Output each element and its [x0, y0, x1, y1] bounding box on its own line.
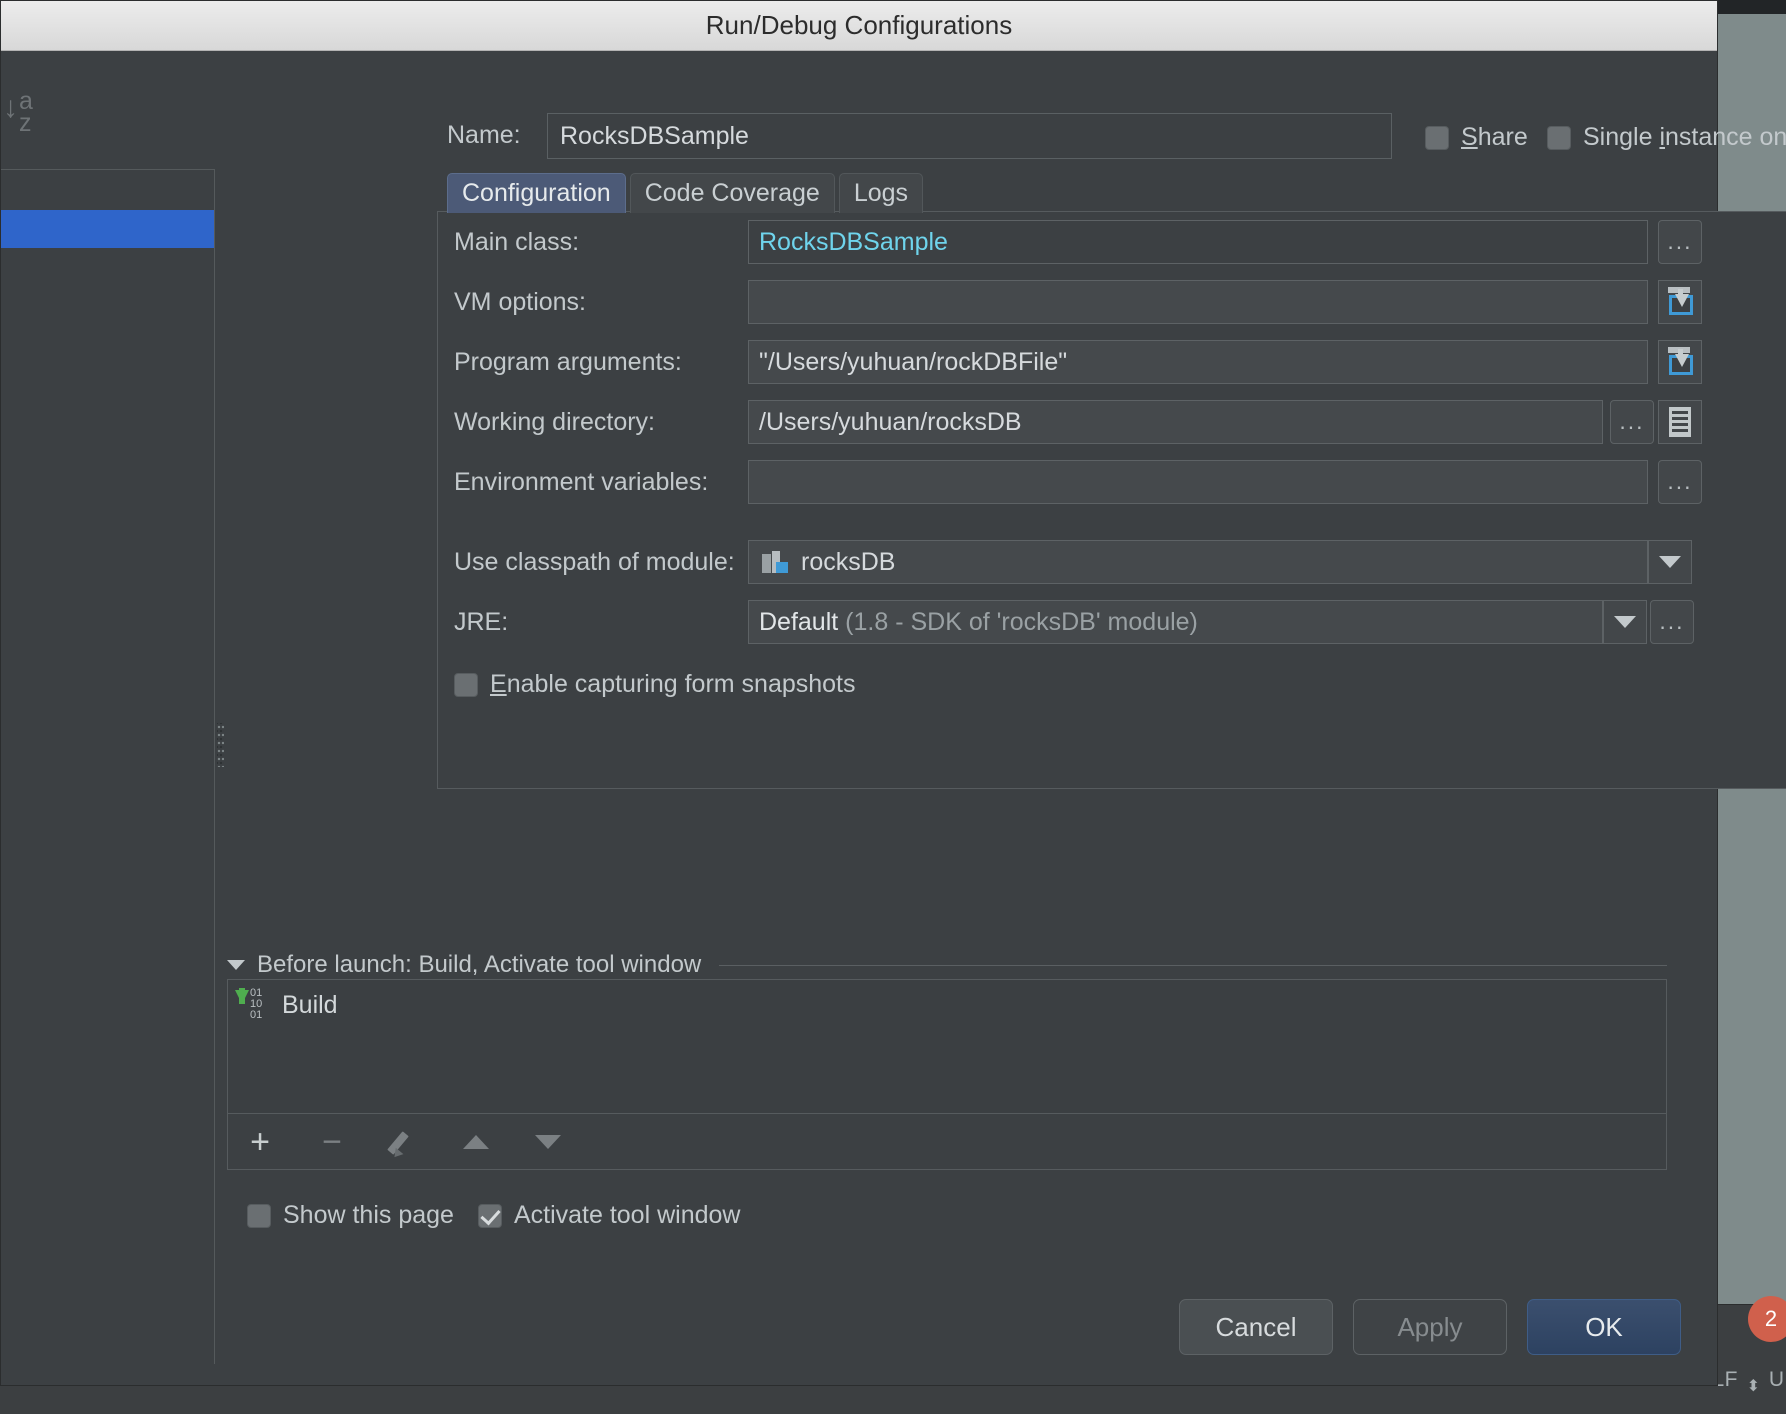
- jre-row: JRE: Default (1.8 - SDK of 'rocksDB' mod…: [438, 600, 1786, 644]
- chevron-down-icon: [1614, 616, 1636, 628]
- jre-combo[interactable]: Default (1.8 - SDK of 'rocksDB' module): [748, 600, 1603, 644]
- program-arguments-input[interactable]: "/Users/yuhuan/rockDBFile": [748, 340, 1648, 384]
- arrow-down-icon: [535, 1135, 561, 1149]
- show-this-page-label: Show this page: [283, 1201, 454, 1230]
- before-launch-title: Before launch: Build, Activate tool wind…: [257, 951, 701, 979]
- enable-form-snapshots-checkbox[interactable]: Enable capturing form snapshots: [454, 670, 856, 699]
- tree-row-selected[interactable]: [1, 210, 214, 248]
- move-task-up-button[interactable]: [456, 1122, 496, 1162]
- bottom-checkboxes: Show this page Activate tool window: [247, 1201, 740, 1230]
- dialog-button-bar: Cancel Apply OK: [1179, 1299, 1681, 1355]
- environment-variables-browse-button[interactable]: ...: [1658, 460, 1702, 504]
- before-launch-header[interactable]: Before launch: Build, Activate tool wind…: [227, 951, 1667, 979]
- chevron-down-icon: [1659, 556, 1681, 568]
- working-directory-browse-button[interactable]: ...: [1610, 400, 1654, 444]
- cancel-button[interactable]: Cancel: [1179, 1299, 1333, 1355]
- pencil-icon: [390, 1128, 418, 1156]
- move-task-down-button[interactable]: [528, 1122, 568, 1162]
- vm-options-label: VM options:: [454, 280, 586, 324]
- show-this-page-checkbox[interactable]: Show this page: [247, 1201, 454, 1230]
- name-row: Name: RocksDBSample Share Single instanc…: [225, 113, 1685, 159]
- arrow-up-icon: [463, 1135, 489, 1149]
- program-arguments-label: Program arguments:: [454, 340, 682, 384]
- error-count-badge[interactable]: 2: [1748, 1296, 1786, 1342]
- build-compile-icon: 011001: [234, 988, 270, 1022]
- environment-variables-input[interactable]: [748, 460, 1648, 504]
- tab-logs[interactable]: Logs: [839, 173, 923, 213]
- name-label: Name:: [447, 121, 521, 150]
- minus-icon: −: [322, 1125, 342, 1159]
- enable-form-snapshots-checkbox-box[interactable]: [454, 673, 478, 697]
- share-checkbox-box[interactable]: [1425, 126, 1449, 150]
- single-instance-checkbox-box[interactable]: [1547, 126, 1571, 150]
- jre-browse-button[interactable]: ...: [1650, 600, 1694, 644]
- activate-tool-window-checkbox-box[interactable]: [478, 1204, 502, 1228]
- tab-configuration[interactable]: Configuration: [447, 173, 626, 213]
- environment-variables-row: Environment variables: ...: [438, 460, 1786, 504]
- configurations-tree-panel: ↓az: [1, 51, 215, 1385]
- dialog-titlebar[interactable]: Run/Debug Configurations: [1, 1, 1717, 51]
- working-directory-row: Working directory: /Users/yuhuan/rocksDB…: [438, 400, 1786, 444]
- vm-options-expand-button[interactable]: [1658, 280, 1702, 324]
- module-folder-icon: [762, 551, 788, 573]
- dialog-title: Run/Debug Configurations: [706, 10, 1012, 41]
- single-instance-checkbox[interactable]: Single instance only: [1547, 123, 1786, 152]
- share-checkbox[interactable]: Share: [1425, 123, 1528, 152]
- jre-label: JRE:: [454, 600, 508, 644]
- before-launch-item-label: Build: [282, 991, 338, 1020]
- main-class-browse-button[interactable]: ...: [1658, 220, 1702, 264]
- expand-download-icon: [1665, 287, 1695, 317]
- before-launch-toolbar: + −: [227, 1114, 1667, 1170]
- macro-list-icon: [1669, 407, 1691, 437]
- classpath-module-row: Use classpath of module: rocksDB: [438, 540, 1786, 584]
- name-input[interactable]: RocksDBSample: [547, 113, 1392, 159]
- expand-download-icon: [1665, 347, 1695, 377]
- vm-options-row: VM options:: [438, 280, 1786, 324]
- line-separator-chevron-icon[interactable]: ⬍: [1747, 1381, 1760, 1392]
- edit-task-button[interactable]: [384, 1122, 424, 1162]
- single-instance-checkbox-label: Single instance only: [1583, 123, 1786, 152]
- configuration-tab-panel: Main class: RocksDBSample ... VM options…: [437, 211, 1786, 789]
- before-launch-divider: [719, 965, 1667, 966]
- collapse-triangle-icon[interactable]: [227, 960, 245, 970]
- activate-tool-window-label: Activate tool window: [514, 1201, 741, 1230]
- program-arguments-expand-button[interactable]: [1658, 340, 1702, 384]
- jre-dropdown-button[interactable]: [1603, 600, 1647, 644]
- program-arguments-row: Program arguments: "/Users/yuhuan/rockDB…: [438, 340, 1786, 384]
- activate-tool-window-checkbox[interactable]: Activate tool window: [478, 1201, 741, 1230]
- main-class-row: Main class: RocksDBSample ...: [438, 220, 1786, 264]
- share-checkbox-label: Share: [1461, 123, 1528, 152]
- working-directory-label: Working directory:: [454, 400, 655, 444]
- run-debug-configurations-dialog: Run/Debug Configurations ↓az Name:: [0, 0, 1718, 1386]
- classpath-module-label: Use classpath of module:: [454, 540, 735, 584]
- encoding-label[interactable]: U: [1769, 1368, 1784, 1392]
- tab-code-coverage[interactable]: Code Coverage: [630, 173, 835, 213]
- configurations-tree[interactable]: [1, 169, 215, 1364]
- apply-button[interactable]: Apply: [1353, 1299, 1507, 1355]
- jre-value-default: Default: [759, 608, 838, 636]
- enable-form-snapshots-label: Enable capturing form snapshots: [490, 670, 856, 699]
- sort-alphabetically-icon[interactable]: ↓az: [3, 87, 43, 135]
- list-item[interactable]: 011001 Build: [234, 988, 338, 1022]
- main-class-label: Main class:: [454, 220, 579, 264]
- main-class-input[interactable]: RocksDBSample: [748, 220, 1648, 264]
- working-directory-macro-button[interactable]: [1658, 400, 1702, 444]
- classpath-module-dropdown-button[interactable]: [1648, 540, 1692, 584]
- classpath-module-combo[interactable]: rocksDB: [748, 540, 1648, 584]
- working-directory-input[interactable]: /Users/yuhuan/rocksDB: [748, 400, 1603, 444]
- configuration-editor: Name: RocksDBSample Share Single instanc…: [215, 51, 1717, 1385]
- editor-tabs: Configuration Code Coverage Logs: [447, 173, 923, 213]
- plus-icon: +: [250, 1125, 270, 1159]
- screen: 2 LF ⬍ U Run/Debug Configurations ↓az: [0, 0, 1786, 1414]
- remove-task-button[interactable]: −: [312, 1122, 352, 1162]
- environment-variables-label: Environment variables:: [454, 460, 708, 504]
- show-this-page-checkbox-box[interactable]: [247, 1204, 271, 1228]
- vm-options-input[interactable]: [748, 280, 1648, 324]
- before-launch-list[interactable]: 011001 Build: [227, 979, 1667, 1114]
- ok-button[interactable]: OK: [1527, 1299, 1681, 1355]
- dialog-body: ↓az Name: RocksDBSample Share: [1, 51, 1717, 1385]
- jre-value-description: (1.8 - SDK of 'rocksDB' module): [845, 608, 1198, 636]
- add-task-button[interactable]: +: [240, 1122, 280, 1162]
